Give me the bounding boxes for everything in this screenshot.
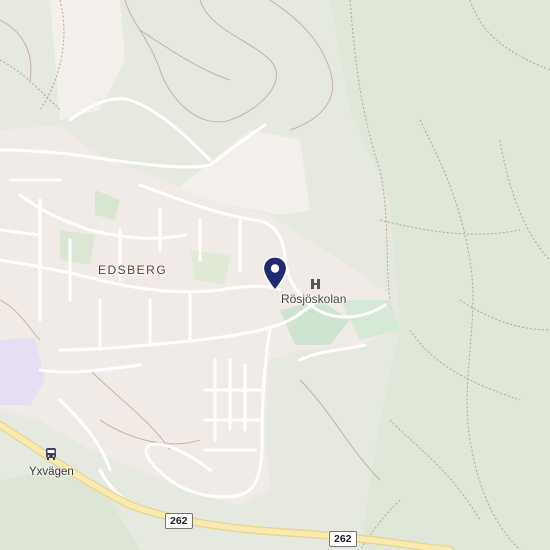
school-label[interactable]: Rösjöskolan (281, 292, 346, 306)
bus-icon[interactable] (44, 447, 58, 461)
route-shield: 262 (165, 513, 193, 529)
bus-stop-label[interactable]: Yxvägen (29, 466, 74, 478)
route-shield: 262 (329, 531, 357, 547)
school-icon[interactable] (309, 277, 323, 291)
district-label: EDSBERG (98, 263, 168, 277)
map-view[interactable]: EDSBERG Rösjöskolan Yxvägen 262 262 (0, 0, 550, 550)
location-pin-icon[interactable] (262, 256, 288, 292)
